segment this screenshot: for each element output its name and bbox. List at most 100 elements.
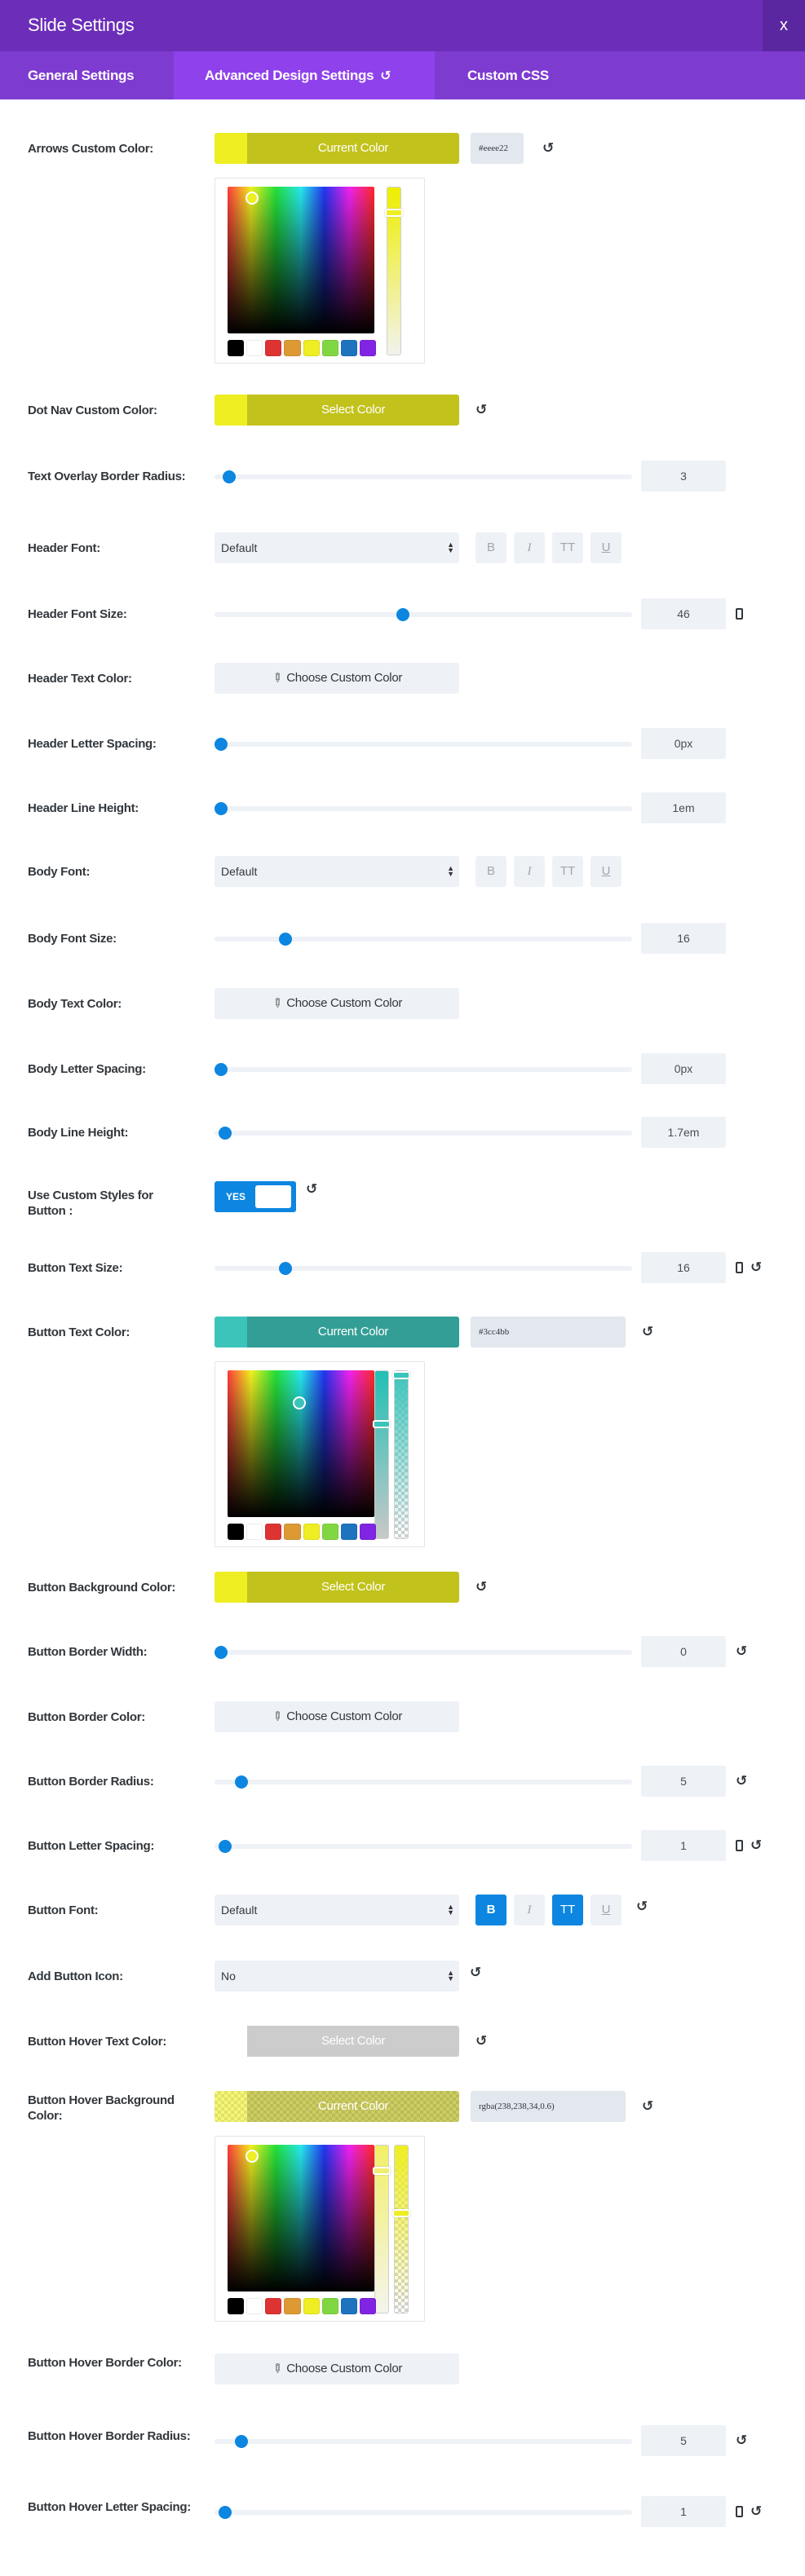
- reset-icon[interactable]: ↺: [470, 1965, 481, 1981]
- body-line-height-input[interactable]: 1.7em: [641, 1117, 726, 1148]
- dot-nav-color-button[interactable]: Select Color: [215, 395, 459, 426]
- italic-button[interactable]: I: [514, 1895, 545, 1925]
- swatch-green[interactable]: [321, 340, 338, 356]
- button-hover-border-radius-input[interactable]: 5: [641, 2425, 726, 2456]
- header-line-height-input[interactable]: 1em: [641, 792, 726, 823]
- swatch-red[interactable]: [265, 340, 282, 356]
- underline-button[interactable]: U: [590, 532, 621, 563]
- reset-icon[interactable]: ↺: [736, 2433, 747, 2449]
- alpha-slider[interactable]: [392, 2145, 410, 2314]
- slider-knob[interactable]: [215, 1063, 228, 1076]
- swatch-white[interactable]: [246, 340, 263, 356]
- swatch-purple[interactable]: [359, 340, 376, 356]
- body-text-color-button[interactable]: ✎Choose Custom Color: [215, 988, 459, 1019]
- body-line-height-slider[interactable]: [215, 1127, 632, 1140]
- reset-icon[interactable]: ↺: [736, 1773, 747, 1789]
- swatch-blue[interactable]: [340, 2298, 357, 2314]
- bold-button[interactable]: B: [475, 532, 506, 563]
- underline-button[interactable]: U: [590, 1895, 621, 1925]
- slider-handle[interactable]: [385, 209, 403, 217]
- saturation-value-field[interactable]: [228, 187, 374, 333]
- swatch-green[interactable]: [321, 1524, 338, 1540]
- reset-icon[interactable]: ↺: [542, 140, 554, 157]
- swatch-blue[interactable]: [340, 1524, 357, 1540]
- button-font-select[interactable]: Default ▲ ▼: [215, 1895, 459, 1925]
- swatch-red[interactable]: [265, 2298, 282, 2314]
- swatch-blue[interactable]: [340, 340, 357, 356]
- swatch-orange[interactable]: [284, 2298, 301, 2314]
- close-button[interactable]: x: [763, 0, 805, 51]
- lightness-slider[interactable]: [385, 187, 403, 355]
- swatch-green[interactable]: [321, 2298, 338, 2314]
- reset-icon[interactable]: ↺: [642, 2098, 653, 2115]
- swatch-yellow[interactable]: [303, 2298, 320, 2314]
- body-font-size-input[interactable]: 16: [641, 923, 726, 954]
- reset-icon[interactable]: ↺: [306, 1181, 317, 1198]
- button-text-size-slider[interactable]: [215, 1262, 632, 1275]
- slider-handle[interactable]: [373, 1420, 391, 1428]
- saturation-value-field[interactable]: [228, 2145, 374, 2291]
- reset-icon[interactable]: ↺: [750, 1259, 762, 1276]
- slider-knob[interactable]: [222, 470, 236, 483]
- header-font-select[interactable]: Default ▲ ▼: [215, 532, 459, 563]
- swatch-black[interactable]: [228, 2298, 245, 2314]
- reset-icon[interactable]: ↺: [636, 1899, 648, 1915]
- button-border-radius-slider[interactable]: [215, 1775, 632, 1789]
- arrows-color-button[interactable]: Current Color: [215, 133, 459, 164]
- body-letter-spacing-input[interactable]: 0px: [641, 1053, 726, 1084]
- header-letter-spacing-input[interactable]: 0px: [641, 728, 726, 759]
- button-border-width-input[interactable]: 0: [641, 1636, 726, 1667]
- slider-knob[interactable]: [279, 1262, 293, 1275]
- overlay-radius-input[interactable]: 3: [641, 461, 726, 492]
- uppercase-button[interactable]: TT: [552, 532, 583, 563]
- tab-advanced-design-settings[interactable]: Advanced Design Settings ↺: [174, 51, 435, 99]
- tab-custom-css[interactable]: Custom CSS: [435, 51, 598, 99]
- uppercase-button[interactable]: TT: [552, 1895, 583, 1925]
- swatch-purple[interactable]: [359, 2298, 376, 2314]
- header-line-height-slider[interactable]: [215, 802, 632, 815]
- button-text-color-hex-input[interactable]: #3cc4bb: [471, 1317, 626, 1348]
- button-border-width-slider[interactable]: [215, 1646, 632, 1659]
- header-letter-spacing-slider[interactable]: [215, 738, 632, 751]
- arrows-color-hex-input[interactable]: #eeee22: [471, 133, 524, 164]
- header-font-size-slider[interactable]: [215, 608, 632, 621]
- mobile-icon[interactable]: [736, 608, 743, 620]
- tab-general-settings[interactable]: General Settings: [0, 51, 174, 99]
- slider-knob[interactable]: [234, 1775, 248, 1789]
- italic-button[interactable]: I: [514, 856, 545, 887]
- button-text-color-button[interactable]: Current Color: [215, 1317, 459, 1348]
- reset-icon[interactable]: ↺: [642, 1324, 653, 1340]
- button-hover-bg-color-picker[interactable]: [215, 2136, 425, 2322]
- button-hover-bg-color-input[interactable]: rgba(238,238,34,0.6): [471, 2091, 626, 2122]
- button-letter-spacing-slider[interactable]: [215, 1840, 632, 1853]
- body-font-select[interactable]: Default ▲ ▼: [215, 856, 459, 887]
- mobile-icon[interactable]: [736, 1840, 743, 1851]
- swatch-white[interactable]: [246, 1524, 263, 1540]
- swatch-white[interactable]: [246, 2298, 263, 2314]
- alpha-slider[interactable]: [392, 1370, 410, 1539]
- mobile-icon[interactable]: [736, 2506, 743, 2517]
- bold-button[interactable]: B: [475, 1895, 506, 1925]
- reset-icon[interactable]: ↺: [475, 2033, 487, 2049]
- header-font-size-input[interactable]: 46: [641, 598, 726, 629]
- slider-knob[interactable]: [218, 1840, 232, 1853]
- uppercase-button[interactable]: TT: [552, 856, 583, 887]
- reset-icon[interactable]: ↺: [475, 402, 487, 418]
- button-bg-color-button[interactable]: Select Color: [215, 1572, 459, 1603]
- button-hover-bg-color-button[interactable]: Current Color: [215, 2091, 459, 2122]
- button-letter-spacing-input[interactable]: 1: [641, 1830, 726, 1861]
- button-border-color-button[interactable]: ✎Choose Custom Color: [215, 1701, 459, 1732]
- reset-icon[interactable]: ↺: [750, 2503, 762, 2520]
- slider-knob[interactable]: [215, 802, 228, 815]
- underline-button[interactable]: U: [590, 856, 621, 887]
- slider-handle[interactable]: [392, 2209, 410, 2217]
- overlay-radius-slider[interactable]: [215, 470, 632, 483]
- header-text-color-button[interactable]: ✎Choose Custom Color: [215, 663, 459, 694]
- slider-knob[interactable]: [396, 608, 410, 621]
- button-text-size-input[interactable]: 16: [641, 1252, 726, 1283]
- italic-button[interactable]: I: [514, 532, 545, 563]
- swatch-orange[interactable]: [284, 340, 301, 356]
- reset-icon[interactable]: ↺: [475, 1579, 487, 1595]
- swatch-black[interactable]: [228, 340, 245, 356]
- body-letter-spacing-slider[interactable]: [215, 1063, 632, 1076]
